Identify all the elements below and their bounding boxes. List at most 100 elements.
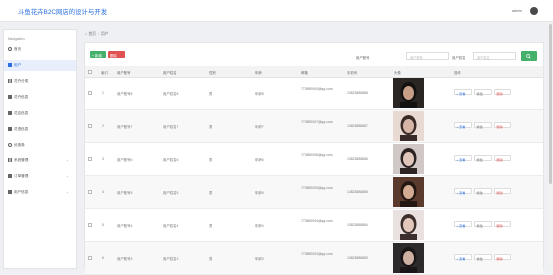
view-button[interactable]: + 查看 <box>454 122 472 129</box>
user-name[interactable]: admin <box>512 9 522 13</box>
row-checkbox[interactable] <box>88 190 92 194</box>
user-avatar[interactable] <box>530 7 538 15</box>
cell-gender: 男 <box>209 257 213 261</box>
edit-button[interactable]: 修改 <box>474 122 492 129</box>
row-delete-button[interactable]: 删除 <box>494 221 511 228</box>
add-button[interactable]: + 新增 <box>90 51 106 58</box>
edit-button-label: 修改 <box>476 190 483 195</box>
edit-button[interactable]: 修改 <box>474 221 492 228</box>
sidebar-item-coupon[interactable]: 优惠券 <box>4 140 76 151</box>
edit-button[interactable]: 修改 <box>474 254 492 261</box>
cell-email: 773890003@qq.com <box>301 252 333 256</box>
chevron-down-icon: ⌄ <box>66 190 70 194</box>
column-header: 头像 <box>394 70 401 75</box>
column-header: 索引 <box>101 70 108 75</box>
filter-account-label: 用户账号 <box>356 56 370 60</box>
filter-name-label: 用户姓名 <box>452 56 466 60</box>
cell-email: 773890006@qq.com <box>301 153 333 157</box>
table-row: 4 用户账号5 用户姓名5 男 年龄5 773890005@qq.com 138238888… <box>85 176 543 209</box>
cell-age: 年龄7 <box>255 125 264 129</box>
row-checkbox[interactable] <box>88 256 92 260</box>
sidebar-item-user[interactable]: 用户 <box>4 60 76 71</box>
system-icon <box>8 158 12 162</box>
delete-button[interactable]: 删除 <box>108 51 125 58</box>
cell-account: 用户账号8 <box>117 92 133 96</box>
order-icon <box>8 174 12 178</box>
row-checkbox[interactable] <box>88 157 92 161</box>
filter-account-input[interactable]: 用户账号 <box>406 52 449 60</box>
sidebar-item-shop[interactable]: 花店信息 <box>4 108 76 119</box>
avatar[interactable] <box>393 111 424 141</box>
sidebar-item-label: 用户信息 <box>14 190 29 195</box>
view-button[interactable]: + 查看 <box>454 188 472 195</box>
cell-phone: 13823888886 <box>347 157 368 161</box>
sidebar-item-label: 首页 <box>14 47 22 52</box>
cell-gender: 男 <box>209 125 213 129</box>
avatar[interactable] <box>393 144 424 174</box>
search-button[interactable] <box>521 51 537 61</box>
cell-age: 年龄8 <box>255 92 264 96</box>
main-panel: + 新增 删除 用户账号 用户账号 用户姓名 用户姓名 索引 用户账号 用户姓名… <box>84 42 544 275</box>
row-delete-button[interactable]: 删除 <box>494 155 511 162</box>
view-button[interactable]: + 查看 <box>454 89 472 96</box>
row-checkbox[interactable] <box>88 91 92 95</box>
cell-phone: 13823888883 <box>347 256 368 260</box>
cell-index: 3 <box>102 157 104 161</box>
sidebar-item-label: 系统管理 <box>14 158 29 163</box>
cell-name: 用户姓名4 <box>163 224 179 228</box>
search-icon <box>526 53 531 59</box>
cell-index: 5 <box>102 223 104 227</box>
edit-button[interactable]: 修改 <box>474 89 492 96</box>
cell-gender: 男 <box>209 191 213 195</box>
column-header: 邮箱 <box>301 70 308 75</box>
cell-name: 用户姓名6 <box>163 158 179 162</box>
cell-name: 用户姓名7 <box>163 125 179 129</box>
chevron-down-icon: ⌄ <box>66 158 70 162</box>
sidebar-item-flower[interactable]: 花卉信息 <box>4 92 76 103</box>
avatar[interactable] <box>393 210 424 240</box>
edit-button[interactable]: 修改 <box>474 155 492 162</box>
row-checkbox[interactable] <box>88 223 92 227</box>
sidebar-item-order[interactable]: 订单管理 ⌄ <box>4 171 76 182</box>
cell-account: 用户账号3 <box>117 257 133 261</box>
sidebar-item-label: 优惠券 <box>14 143 25 148</box>
view-button[interactable]: + 查看 <box>454 254 472 261</box>
cell-age: 年龄3 <box>255 257 264 261</box>
cell-phone: 13823888885 <box>347 190 368 194</box>
column-header: 性别 <box>209 70 216 75</box>
row-delete-button[interactable]: 删除 <box>494 254 511 261</box>
view-button[interactable]: + 查看 <box>454 155 472 162</box>
sidebar-item-home[interactable]: 首页 <box>4 44 76 55</box>
table-row: 1 用户账号8 用户姓名8 男 年龄8 773890000@qq.com 138238888… <box>85 77 543 110</box>
sidebar-item-label: 花卉分类 <box>14 79 29 84</box>
sidebar-item-message[interactable]: 花语信息 <box>4 124 76 135</box>
cell-email: 773890005@qq.com <box>301 186 333 190</box>
scrollbar-thumb[interactable] <box>549 24 552 184</box>
cell-gender: 男 <box>209 158 213 162</box>
page-scrollbar[interactable] <box>548 22 553 269</box>
select-all-checkbox[interactable] <box>88 69 92 74</box>
edit-button-label: 修改 <box>476 91 483 96</box>
cell-name: 用户姓名8 <box>163 92 179 96</box>
edit-button[interactable]: 修改 <box>474 188 492 195</box>
row-delete-button[interactable]: 删除 <box>494 188 511 195</box>
cell-index: 4 <box>102 190 104 194</box>
row-checkbox[interactable] <box>88 124 92 128</box>
column-header: 用户账号 <box>117 70 131 75</box>
row-delete-button[interactable]: 删除 <box>494 89 511 96</box>
view-button[interactable]: + 查看 <box>454 221 472 228</box>
sidebar-item-label: 订单管理 <box>14 174 29 179</box>
breadcrumb-home[interactable]: 首页 <box>88 32 96 36</box>
sidebar-item-profile[interactable]: 用户信息 ⌄ <box>4 187 76 198</box>
avatar[interactable] <box>393 78 424 108</box>
sidebar-item-system[interactable]: 系统管理 ⌄ <box>4 155 76 166</box>
table-row: 2 用户账号7 用户姓名7 男 年龄7 773890007@qq.com 138238888… <box>85 110 543 143</box>
row-delete-button[interactable]: 删除 <box>494 122 511 129</box>
avatar[interactable] <box>393 177 424 207</box>
sidebar-item-category[interactable]: 花卉分类 <box>4 76 76 87</box>
cell-age: 年龄5 <box>255 191 264 195</box>
sidebar-item-label: 花语信息 <box>14 127 29 132</box>
cell-gender: 男 <box>209 224 213 228</box>
view-button-label: + 查看 <box>456 157 466 162</box>
filter-name-input[interactable]: 用户姓名 <box>473 52 516 60</box>
